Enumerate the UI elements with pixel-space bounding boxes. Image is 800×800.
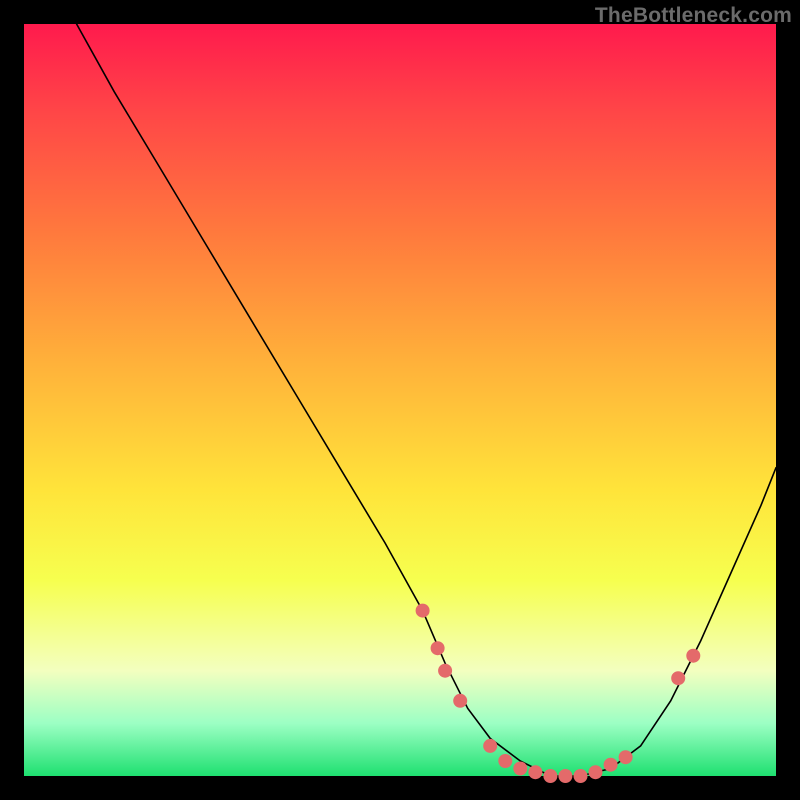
marker-c <box>438 664 452 678</box>
marker-i <box>543 769 557 783</box>
marker-l <box>589 765 603 779</box>
marker-n <box>619 750 633 764</box>
marker-j <box>558 769 572 783</box>
marker-a <box>416 604 430 618</box>
marker-group <box>416 604 701 783</box>
marker-h <box>528 765 542 779</box>
marker-k <box>574 769 588 783</box>
marker-m <box>604 758 618 772</box>
plot-svg <box>24 24 776 776</box>
marker-f <box>498 754 512 768</box>
marker-b <box>431 641 445 655</box>
marker-o <box>671 671 685 685</box>
marker-e <box>483 739 497 753</box>
marker-d <box>453 694 467 708</box>
chart-stage: TheBottleneck.com <box>0 0 800 800</box>
bottleneck-curve <box>77 24 776 776</box>
marker-g <box>513 762 527 776</box>
marker-p <box>686 649 700 663</box>
plot-area <box>24 24 776 776</box>
